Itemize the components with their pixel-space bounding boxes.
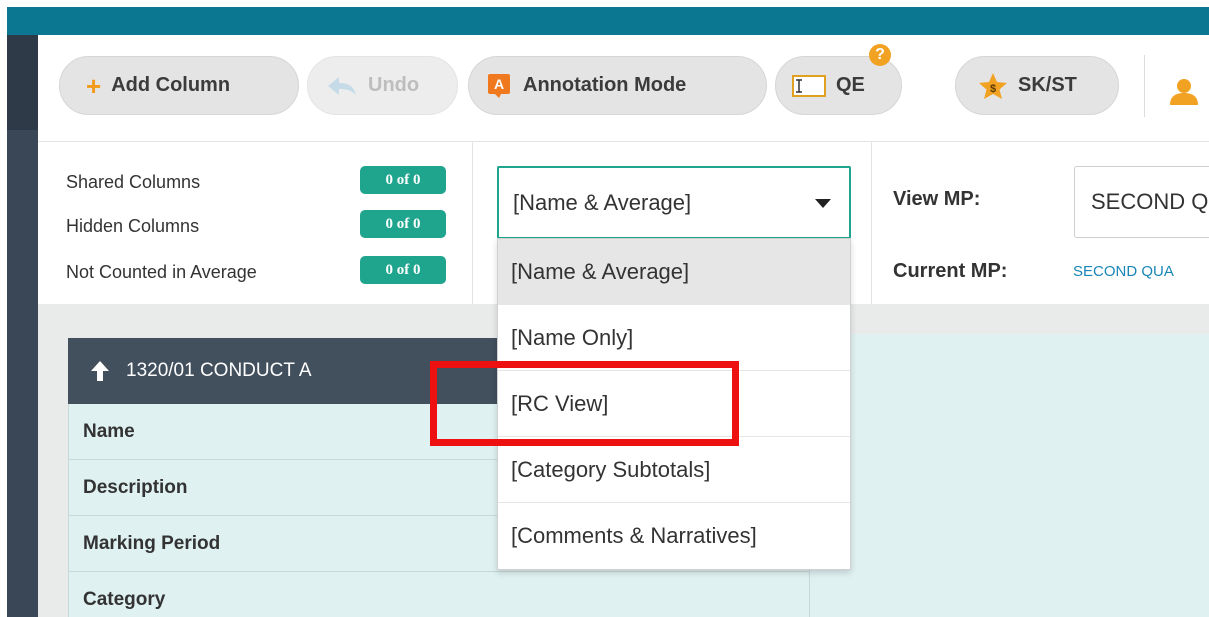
toolbar: + Add Column Undo A Annotation Mode QE $…: [38, 35, 1209, 142]
row-label: Marking Period: [83, 532, 221, 554]
app-top-bar: [7, 7, 1209, 35]
add-column-button[interactable]: + Add Column: [59, 56, 299, 115]
row-label: Description: [83, 476, 188, 498]
sidebar-header: [7, 35, 38, 130]
option-label: [Name Only]: [511, 324, 634, 350]
sk-st-button[interactable]: $ SK/ST: [955, 56, 1119, 115]
not-counted-badge[interactable]: 0 of 0: [360, 256, 446, 284]
view-mode-value: [Name & Average]: [513, 189, 692, 215]
undo-button[interactable]: Undo: [307, 56, 458, 115]
view-mode-select[interactable]: [Name & Average]: [497, 166, 851, 239]
dropdown-option-comments-narratives[interactable]: [Comments & Narratives]: [498, 503, 850, 569]
shared-columns-badge[interactable]: 0 of 0: [360, 166, 446, 194]
table-row: Category: [68, 572, 810, 617]
dropdown-option-category-subtotals[interactable]: [Category Subtotals]: [498, 437, 850, 503]
annotation-icon: A: [487, 73, 513, 99]
row-label: Name: [83, 420, 135, 442]
toolbar-divider: [1144, 55, 1145, 117]
shared-columns-label: Shared Columns: [66, 172, 201, 192]
hidden-columns-label: Hidden Columns: [66, 216, 200, 236]
undo-label: Undo: [368, 74, 420, 96]
add-column-label: Add Column: [111, 74, 231, 96]
annotation-mode-button[interactable]: A Annotation Mode: [468, 56, 767, 115]
view-mp-value: SECOND Q: [1091, 189, 1209, 214]
highlight-annotation: [430, 361, 739, 446]
top-margin: [0, 0, 1209, 7]
option-label: [Name & Average]: [511, 258, 690, 284]
row-label: Category: [83, 588, 166, 610]
svg-text:$: $: [990, 83, 996, 95]
info-divider: [472, 142, 473, 304]
grid-panel: [810, 334, 1209, 617]
view-mp-select[interactable]: SECOND Q: [1074, 166, 1209, 238]
undo-arrow-icon: [326, 75, 358, 97]
left-margin: [0, 7, 7, 617]
qe-label: QE: [836, 74, 865, 96]
hidden-columns-badge[interactable]: 0 of 0: [360, 210, 446, 238]
current-mp-link[interactable]: SECOND QUA: [1073, 263, 1174, 280]
annotation-mode-label: Annotation Mode: [523, 74, 687, 96]
column-header-title: 1320/01 CONDUCT A: [126, 360, 312, 381]
text-field-icon: [792, 74, 826, 97]
option-label: [Comments & Narratives]: [511, 523, 757, 548]
help-icon[interactable]: ?: [869, 44, 891, 66]
star-icon: $: [978, 72, 1008, 100]
not-counted-label: Not Counted in Average: [66, 262, 257, 282]
students-icon[interactable]: [1166, 77, 1206, 114]
sk-st-label: SK/ST: [1018, 74, 1077, 96]
current-mp-label: Current MP:: [893, 260, 1008, 282]
dropdown-option-name-average[interactable]: [Name & Average]: [498, 239, 850, 305]
option-label: [Category Subtotals]: [511, 456, 711, 482]
plus-icon: +: [86, 70, 102, 101]
info-divider: [871, 142, 872, 304]
view-mp-label: View MP:: [893, 188, 981, 210]
chevron-down-icon[interactable]: [815, 199, 831, 208]
arrow-up-icon[interactable]: [90, 360, 110, 382]
svg-text:A: A: [494, 76, 504, 92]
